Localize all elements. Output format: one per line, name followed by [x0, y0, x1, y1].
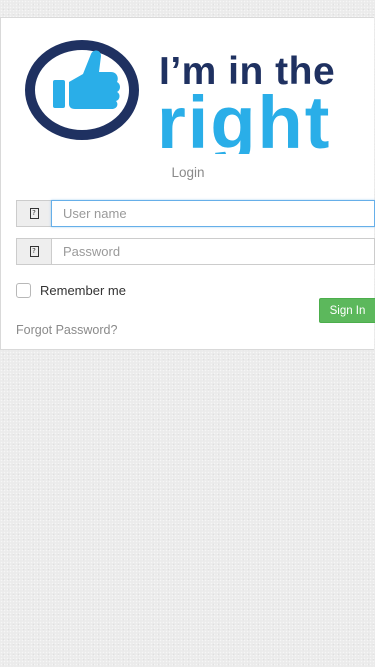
- sign-in-button[interactable]: Sign In: [319, 298, 375, 323]
- remember-me-label[interactable]: Remember me: [40, 283, 126, 298]
- password-addon: ?: [16, 238, 51, 265]
- user-icon: ?: [29, 208, 39, 219]
- top-strip: [0, 0, 375, 17]
- username-addon: ?: [16, 200, 51, 227]
- remember-me-row: Remember me: [16, 282, 126, 298]
- forgot-password-link[interactable]: Forgot Password?: [16, 323, 117, 337]
- login-card: I’m in the right Login ? ? Remember me S…: [0, 17, 375, 350]
- lock-icon: ?: [29, 246, 39, 257]
- username-group: ?: [16, 200, 375, 227]
- password-group: ?: [16, 238, 375, 265]
- username-input[interactable]: [51, 200, 375, 227]
- logo-text-line2: right: [157, 81, 331, 154]
- thumbs-up-icon: [53, 50, 120, 109]
- password-input[interactable]: [51, 238, 375, 265]
- remember-me-checkbox[interactable]: [16, 282, 31, 298]
- login-heading: Login: [171, 165, 205, 180]
- brand-logo: I’m in the right: [25, 40, 335, 154]
